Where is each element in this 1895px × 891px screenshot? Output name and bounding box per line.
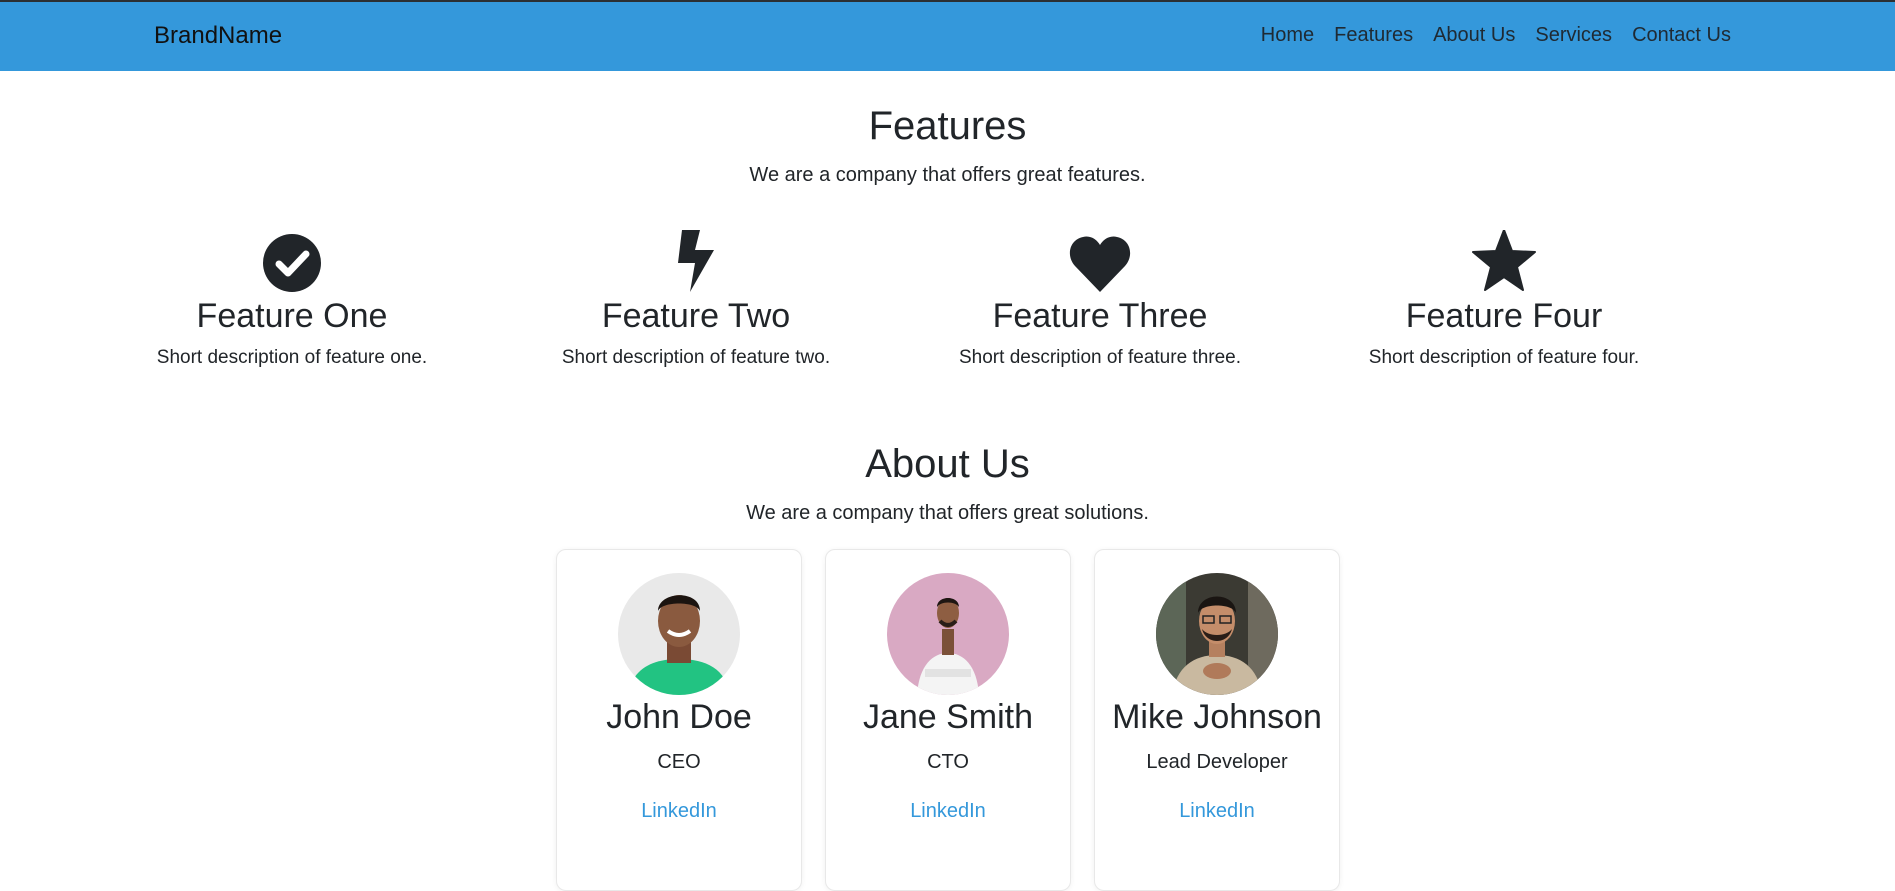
member-role: Lead Developer — [1146, 751, 1288, 773]
feature-description: Short description of feature two. — [561, 347, 831, 368]
team-card: Jane Smith CTO LinkedIn — [825, 549, 1071, 891]
feature-description: Short description of feature one. — [156, 347, 428, 368]
nav-link-about-us[interactable]: About Us — [1433, 24, 1515, 47]
team-card: John Doe CEO LinkedIn — [556, 549, 802, 891]
features-subtitle: We are a company that offers great featu… — [749, 164, 1146, 186]
navbar: BrandName Home Features About Us Service… — [0, 2, 1895, 71]
avatar — [887, 573, 1009, 695]
bolt-icon — [496, 228, 896, 292]
features-title: Features — [868, 104, 1027, 148]
feature-title: Feature Three — [992, 297, 1208, 335]
about-title: About Us — [865, 442, 1030, 486]
feature-card: Feature One Short description of feature… — [92, 228, 492, 369]
feature-card: Feature Three Short description of featu… — [900, 228, 1300, 369]
avatar — [1156, 573, 1278, 695]
about-subtitle: We are a company that offers great solut… — [746, 502, 1149, 524]
features-grid: Feature One Short description of feature… — [140, 228, 1765, 378]
nav-link-contact-us[interactable]: Contact Us — [1632, 24, 1731, 47]
feature-title: Feature Four — [1405, 297, 1603, 335]
heart-icon — [900, 228, 1300, 292]
member-name: Mike Johnson — [1112, 698, 1322, 736]
nav-menu: Home Features About Us Services Contact … — [1261, 24, 1731, 47]
linkedin-link[interactable]: LinkedIn — [641, 800, 717, 823]
feature-description: Short description of feature four. — [1368, 347, 1640, 368]
star-icon — [1304, 228, 1704, 292]
member-name: Jane Smith — [862, 698, 1034, 736]
feature-description: Short description of feature three. — [959, 347, 1241, 368]
brand-logo[interactable]: BrandName — [154, 22, 282, 50]
team-card: Mike Johnson Lead Developer LinkedIn — [1094, 549, 1340, 891]
avatar — [618, 573, 740, 695]
nav-link-services[interactable]: Services — [1535, 24, 1612, 47]
linkedin-link[interactable]: LinkedIn — [910, 800, 986, 823]
nav-link-features[interactable]: Features — [1334, 24, 1413, 47]
member-role: CEO — [657, 751, 701, 773]
member-role: CTO — [927, 751, 969, 773]
check-circle-icon — [92, 228, 492, 292]
linkedin-link[interactable]: LinkedIn — [1179, 800, 1255, 823]
nav-link-home[interactable]: Home — [1261, 24, 1314, 47]
feature-title: Feature One — [196, 297, 388, 335]
feature-title: Feature Two — [601, 297, 791, 335]
member-name: John Doe — [606, 698, 752, 736]
feature-card: Feature Four Short description of featur… — [1304, 228, 1704, 369]
feature-card: Feature Two Short description of feature… — [496, 228, 896, 369]
